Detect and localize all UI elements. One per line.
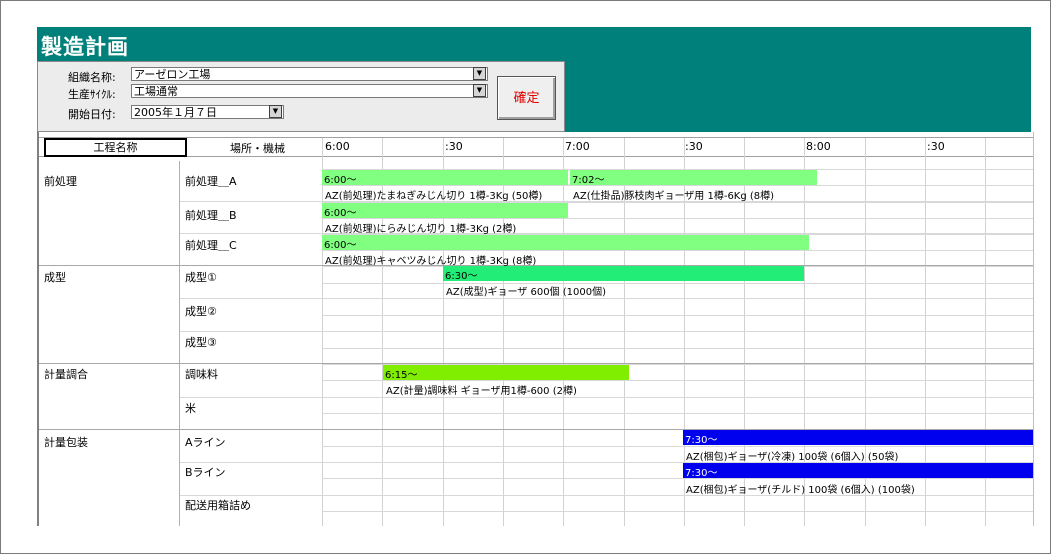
grid-line: [322, 478, 1033, 479]
date-label: 開始日付:: [68, 108, 116, 121]
grid-line: [322, 138, 323, 526]
time-label: 8:00: [806, 140, 831, 153]
task-start: 6:00〜: [324, 240, 357, 251]
time-label: :30: [445, 140, 463, 153]
time-label: 7:00: [565, 140, 590, 153]
grid-line: [563, 138, 564, 526]
time-label: :30: [927, 140, 945, 153]
task-description: AZ(仕掛品)豚枝肉ギョーザ用 1樽-6Kg (8樽): [573, 191, 775, 202]
column-header-process: 工程名称: [44, 138, 187, 157]
cycle-dropdown-button[interactable]: ▼: [473, 84, 486, 97]
task-description: AZ(前処理)にらみじん切り 1樽-3Kg (2樽): [325, 224, 517, 235]
row-separator: [179, 331, 1033, 332]
grid-line: [322, 218, 1033, 219]
task-bar[interactable]: 6:00〜: [322, 203, 568, 219]
task-bar[interactable]: 6:00〜: [322, 170, 568, 186]
machine-label: Bライン: [185, 466, 226, 479]
grid-line: [322, 283, 1033, 284]
row-separator: [179, 298, 1033, 299]
grid-line: [322, 185, 1033, 186]
org-label: 組織名称:: [68, 71, 116, 84]
grid-line: [322, 348, 1033, 349]
machine-label: Aライン: [185, 436, 226, 449]
grid-line: [322, 250, 1033, 251]
task-bar[interactable]: 6:00〜: [322, 235, 809, 251]
grid-line: [322, 446, 1033, 447]
schedule-grid: 工程名称 場所・機械 6:00 :30 7:00 :30 8:00 :30 前処…: [37, 132, 1034, 526]
task-description: AZ(梱包)ギョーザ(チルド) 100袋 (6個入) (100袋): [686, 485, 915, 496]
task-description: AZ(梱包)ギョーザ(冷凍) 100袋 (6個入) (50袋): [686, 452, 899, 463]
process-label: 計量包装: [44, 436, 88, 449]
task-description: AZ(前処理)キャベツみじん切り 1樽-3Kg (8樽): [325, 256, 537, 267]
chevron-down-icon: ▼: [476, 86, 483, 94]
time-label: :30: [685, 140, 703, 153]
machine-label: 調味料: [185, 368, 218, 381]
cycle-label: 生産ｻｲｸﾙ:: [68, 88, 116, 101]
group-separator: [39, 363, 1033, 364]
confirm-button[interactable]: 確定: [497, 76, 556, 120]
chevron-down-icon: ▼: [476, 69, 483, 77]
task-start: 6:00〜: [324, 208, 357, 219]
chevron-down-icon: ▼: [272, 107, 279, 115]
page-title: 製造計画: [41, 35, 129, 59]
task-start: 6:00〜: [324, 175, 357, 186]
org-select[interactable]: アーゼロン工場: [131, 67, 488, 81]
task-bar[interactable]: 6:15〜: [383, 365, 629, 381]
grid-line: [322, 380, 1033, 381]
machine-label: 成型③: [185, 336, 217, 349]
process-label: 前処理: [44, 175, 77, 188]
machine-label: 成型①: [185, 271, 217, 284]
grid-line: [322, 413, 1033, 414]
task-bar[interactable]: 7:30〜: [683, 430, 1033, 446]
machine-label: 配送用箱詰め: [185, 499, 251, 512]
task-bar[interactable]: 7:02〜: [570, 170, 817, 186]
process-label: 計量調合: [44, 368, 88, 381]
task-start: 6:30〜: [445, 271, 478, 282]
row-separator: [179, 397, 1033, 398]
org-dropdown-button[interactable]: ▼: [473, 67, 486, 80]
date-picker[interactable]: 2005年１月７日: [131, 105, 284, 119]
task-bar[interactable]: 7:30〜: [683, 463, 1033, 479]
task-start: 7:30〜: [685, 435, 718, 446]
machine-label: 前処理＿A: [185, 175, 237, 188]
machine-label: 成型②: [185, 305, 217, 318]
column-header-machine: 場所・機械: [230, 142, 285, 155]
process-label: 成型: [44, 271, 66, 284]
machine-label: 前処理＿C: [185, 239, 237, 252]
row-separator: [179, 233, 1033, 234]
machine-label: 前処理＿B: [185, 209, 237, 222]
grid-header: [39, 137, 1033, 157]
task-start: 6:15〜: [385, 370, 418, 381]
task-start: 7:30〜: [685, 468, 718, 479]
task-bar[interactable]: 6:30〜: [443, 266, 804, 282]
grid-line: [322, 511, 1033, 512]
cycle-select[interactable]: 工場通常: [131, 84, 488, 98]
task-description: AZ(前処理)たまねぎみじん切り 1樽-3Kg (50樽): [325, 191, 543, 202]
machine-label: 米: [185, 402, 196, 415]
task-description: AZ(計量)調味料 ギョーザ用1樽-600 (2樽): [386, 386, 577, 397]
column-divider: [179, 161, 180, 526]
grid-line: [322, 315, 1033, 316]
task-description: AZ(成型)ギョーザ 600個 (1000個): [446, 287, 606, 298]
time-label: 6:00: [325, 140, 350, 153]
date-dropdown-button[interactable]: ▼: [269, 105, 282, 118]
task-start: 7:02〜: [572, 175, 605, 186]
